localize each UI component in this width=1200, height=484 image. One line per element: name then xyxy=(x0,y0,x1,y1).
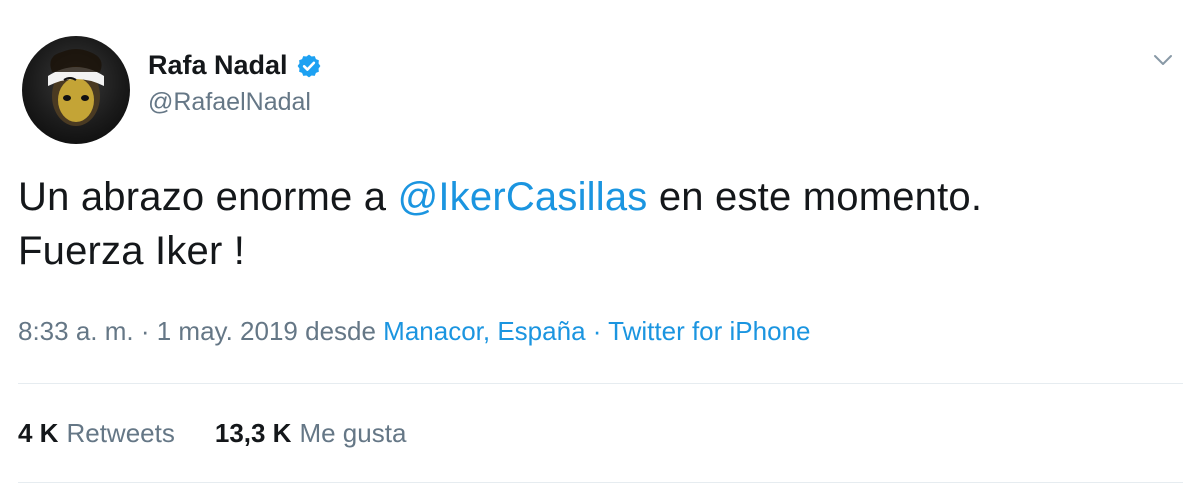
chevron-down-icon[interactable] xyxy=(1152,52,1174,68)
retweets-label: Retweets xyxy=(66,418,175,448)
name-row: Rafa Nadal xyxy=(148,50,322,81)
tweet-metadata: 8:33 a. m. · 1 may. 2019 desde Manacor, … xyxy=(18,316,810,347)
tweet-timestamp[interactable]: 8:33 a. m. · 1 may. 2019 desde xyxy=(18,316,383,346)
profile-photo-icon xyxy=(48,49,104,126)
mention-link[interactable]: @IkerCasillas xyxy=(398,175,648,219)
retweets-stat[interactable]: 4 K Retweets xyxy=(18,418,175,449)
tweet-line-1: Un abrazo enorme a @IkerCasillas en este… xyxy=(18,170,1168,224)
likes-label: Me gusta xyxy=(299,418,407,448)
retweets-count: 4 K xyxy=(18,418,59,448)
likes-count: 13,3 K xyxy=(214,418,292,448)
tweet-text: Un abrazo enorme a @IkerCasillas en este… xyxy=(18,170,1168,278)
tweet-text-part: en este momento. xyxy=(647,175,983,219)
tweet-card: Rafa Nadal @RafaelNadal Un abrazo enorme… xyxy=(0,0,1200,484)
avatar[interactable] xyxy=(22,36,130,144)
divider xyxy=(18,383,1183,384)
meta-separator: · xyxy=(585,316,609,346)
source-link[interactable]: Twitter for iPhone xyxy=(608,316,810,346)
tweet-line-2: Fuerza Iker ! xyxy=(18,229,246,273)
verified-badge-icon xyxy=(297,54,320,77)
user-handle[interactable]: @RafaelNadal xyxy=(148,88,311,117)
divider xyxy=(18,482,1183,483)
likes-stat[interactable]: 13,3 K Me gusta xyxy=(215,418,407,449)
tweet-text-part: Un abrazo enorme a xyxy=(18,175,398,219)
tweet-stats: 4 K Retweets 13,3 K Me gusta xyxy=(18,418,446,449)
location-link[interactable]: Manacor, España xyxy=(383,316,585,346)
display-name[interactable]: Rafa Nadal xyxy=(148,50,288,81)
